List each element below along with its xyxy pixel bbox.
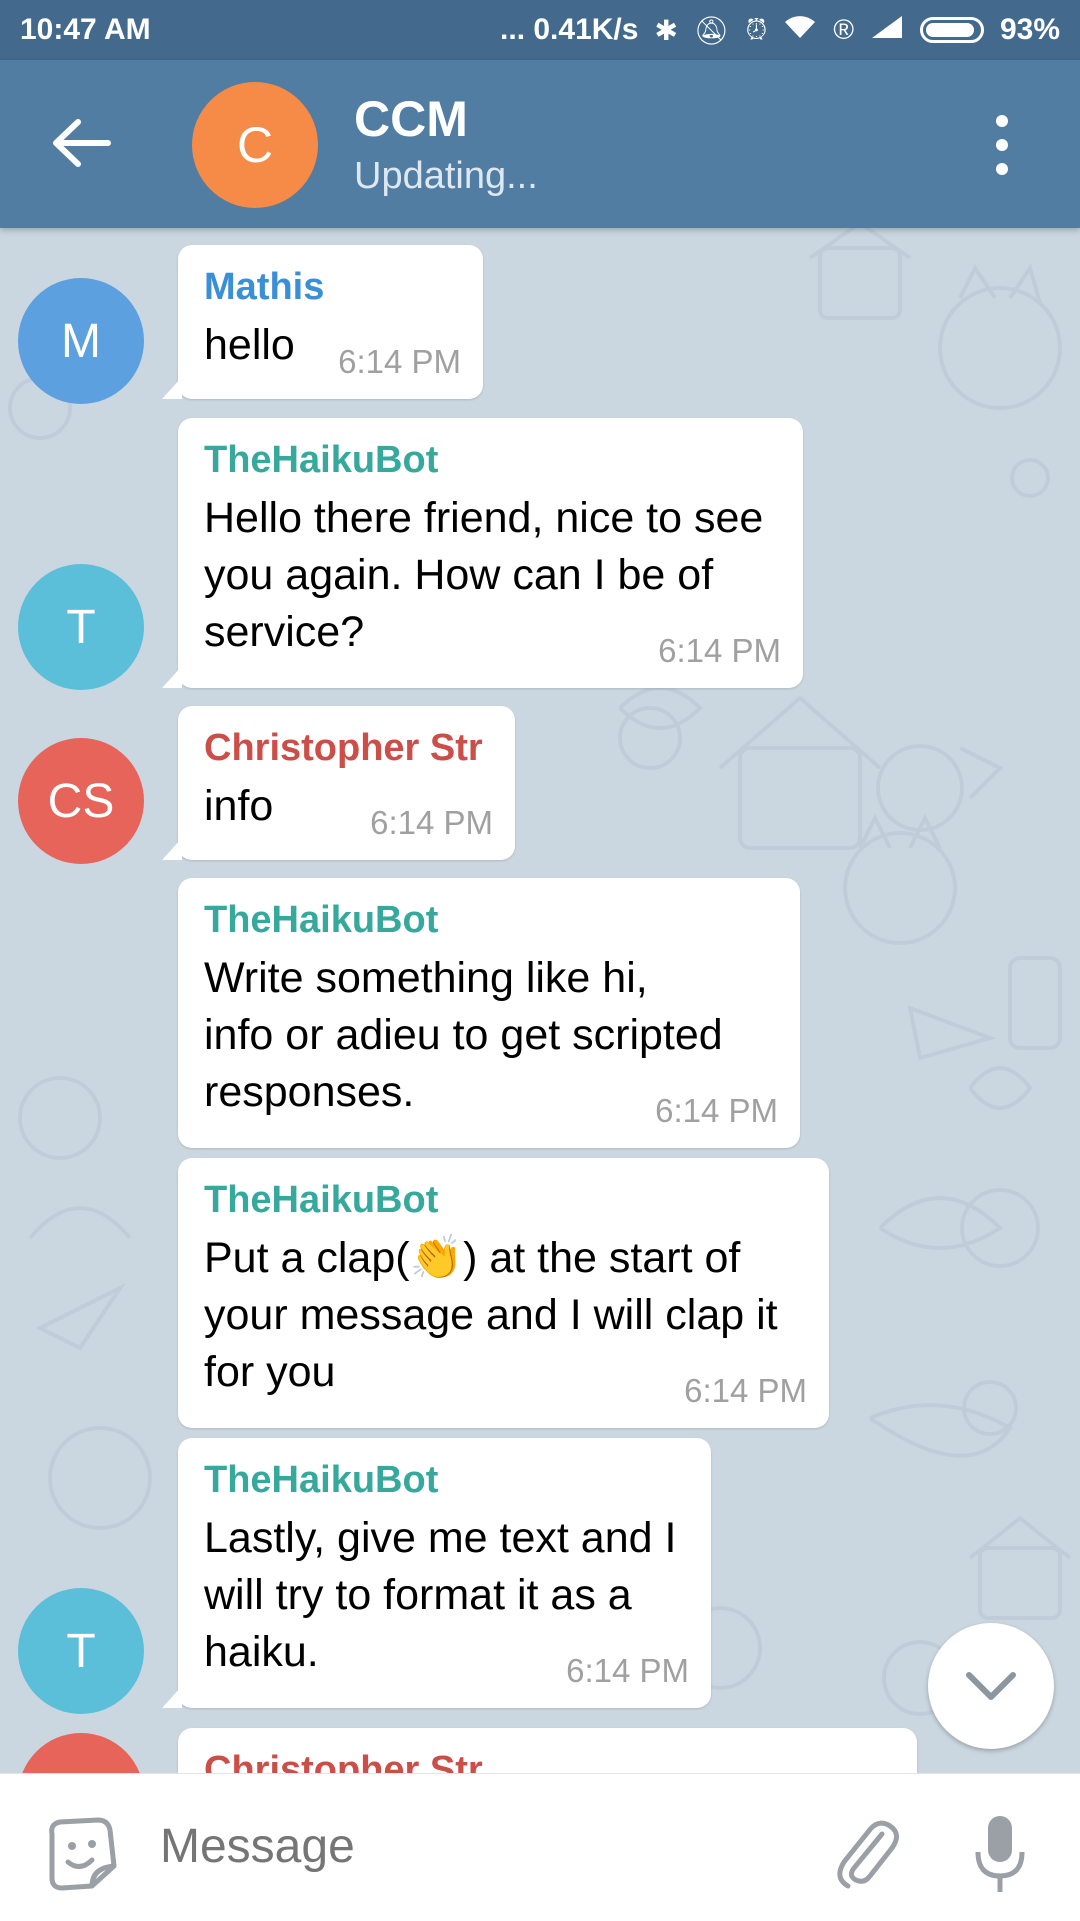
paperclip-icon[interactable] xyxy=(830,1812,900,1892)
sender-name[interactable]: TheHaikuBot xyxy=(204,1180,803,1220)
sender-name[interactable]: TheHaikuBot xyxy=(204,900,774,940)
message-bubble[interactable]: TheHaikuBot Put a clap(👏) at the start o… xyxy=(178,1158,829,1428)
sender-name[interactable]: Christopher Str xyxy=(204,728,489,768)
message-bubble[interactable]: Mathis hello 6:14 PM xyxy=(162,245,483,399)
wifi-icon xyxy=(783,14,817,47)
alarm-icon: ⏰︎ xyxy=(745,13,768,45)
mute-icon: 🔕︎ xyxy=(693,14,730,46)
scroll-down-button[interactable] xyxy=(928,1623,1054,1749)
status-icons: ... 0.41K/s ✱ 🔕︎ ⏰︎ ® 93% xyxy=(500,13,1060,47)
bluetooth-icon: ✱ xyxy=(654,14,678,46)
battery-icon xyxy=(919,17,984,43)
sender-name[interactable]: TheHaikuBot xyxy=(204,440,777,480)
registered-icon: ® xyxy=(833,14,854,45)
message-bubble[interactable]: TheHaikuBot Hello there friend, nice to … xyxy=(162,418,803,688)
back-arrow-icon[interactable] xyxy=(52,118,112,168)
chevron-down-icon xyxy=(966,1672,1016,1700)
message-input[interactable] xyxy=(158,1818,762,1875)
message-composer xyxy=(0,1773,1080,1921)
message-time: 6:14 PM xyxy=(655,1092,778,1129)
message-time: 6:14 PM xyxy=(370,804,493,841)
avatar[interactable]: M xyxy=(18,278,144,404)
avatar[interactable]: T xyxy=(18,1588,144,1714)
message-time: 6:14 PM xyxy=(566,1652,689,1689)
message-bubble[interactable]: Christopher Str xyxy=(178,1728,917,1773)
network-speed: ... 0.41K/s xyxy=(500,13,639,46)
message-text: Write something like hi, info or adieu t… xyxy=(204,954,723,1116)
chat-avatar[interactable]: C xyxy=(192,82,318,208)
message-list[interactable]: M Mathis hello 6:14 PM T TheHaikuBot Hel… xyxy=(0,228,1080,1773)
message-bubble[interactable]: Christopher Str info 6:14 PM xyxy=(162,706,515,860)
message-bubble[interactable]: TheHaikuBot Write something like hi, inf… xyxy=(178,878,800,1148)
status-bar: 10:47 AM ... 0.41K/s ✱ 🔕︎ ⏰︎ ® 93% xyxy=(0,0,1080,60)
message-time: 6:14 PM xyxy=(658,632,781,669)
more-options-icon[interactable] xyxy=(990,115,1014,175)
chat-title[interactable]: CCM xyxy=(354,90,468,148)
avatar[interactable]: CS xyxy=(18,738,144,864)
status-time: 10:47 AM xyxy=(20,13,151,46)
chat-header: C CCM Updating... xyxy=(0,60,1080,228)
sender-name[interactable]: Mathis xyxy=(204,267,457,307)
sticker-icon[interactable] xyxy=(42,1814,122,1894)
chat-status: Updating... xyxy=(354,155,538,197)
message-time: 6:14 PM xyxy=(338,343,461,380)
message-bubble[interactable]: TheHaikuBot Lastly, give me text and I w… xyxy=(162,1438,711,1708)
clap-emoji: 👏 xyxy=(409,1234,464,1282)
avatar[interactable]: T xyxy=(18,564,144,690)
sender-name[interactable]: Christopher Str xyxy=(204,1750,891,1773)
message-time: 6:14 PM xyxy=(684,1372,807,1409)
signal-icon xyxy=(870,14,904,47)
sender-name[interactable]: TheHaikuBot xyxy=(204,1460,685,1500)
microphone-icon[interactable] xyxy=(972,1812,1028,1896)
battery-level: 93% xyxy=(999,13,1060,46)
